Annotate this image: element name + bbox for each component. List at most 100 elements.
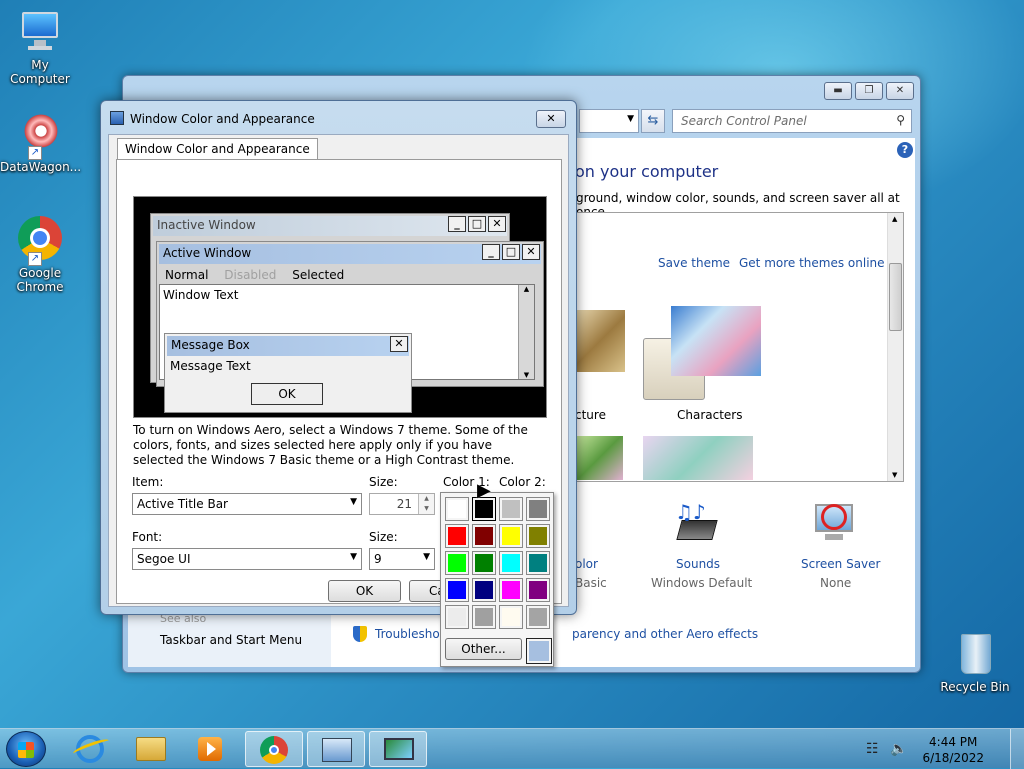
control-panel-icon [322, 738, 352, 762]
datawagon-icon: ↗ [16, 110, 64, 160]
taskbar-media-player[interactable] [182, 731, 240, 767]
minimize-button[interactable]: ▬ [824, 82, 852, 100]
taskbar: ☷ 🔈 4:44 PM 6/18/2022 [0, 728, 1024, 769]
theme-thumbnail-nature[interactable] [575, 310, 625, 372]
font-size-label: Size: [369, 530, 398, 544]
computer-icon [16, 8, 64, 56]
clock[interactable]: 4:44 PM 6/18/2022 [922, 734, 984, 766]
current-color-swatch [526, 638, 552, 664]
size-label: Size: [369, 475, 398, 489]
preview-msgbox-ok: OK [251, 383, 323, 405]
desktop-icon-label: DataWagon... [0, 160, 82, 174]
desktop-icon-recycle-bin[interactable]: Recycle Bin [935, 630, 1015, 694]
refresh-button[interactable]: ⇆ [641, 109, 665, 133]
theme-label-nature: cture [575, 408, 606, 422]
desktop-icon-datawagon[interactable]: ↗ DataWagon... [0, 110, 82, 174]
chevron-down-icon: ▼ [627, 114, 634, 124]
dialog-title: Window Color and Appearance [130, 112, 315, 126]
palette-swatch[interactable] [445, 497, 469, 521]
network-icon[interactable]: ☷ [866, 741, 879, 757]
palette-swatch[interactable] [526, 551, 550, 575]
desktop-icon-label: Google Chrome [16, 266, 64, 294]
volume-icon[interactable]: 🔈 [890, 741, 907, 757]
desktop-icon-label: Recycle Bin [940, 680, 1010, 694]
save-theme-link[interactable]: Save theme [658, 256, 730, 270]
preview-menu-selected: Selected [292, 268, 345, 282]
palette-swatch[interactable] [499, 578, 523, 602]
sounds-icon[interactable]: ♫♪ [671, 498, 721, 548]
display-icon [384, 738, 414, 760]
address-bar[interactable]: ▼ [579, 109, 639, 133]
screen-saver-link[interactable]: Screen Saver [801, 557, 880, 571]
other-color-button[interactable]: Other... [445, 638, 522, 660]
screen-saver-icon[interactable] [811, 502, 857, 548]
font-select[interactable]: Segoe UI ▼ [132, 548, 362, 570]
palette-swatch[interactable] [445, 524, 469, 548]
get-more-themes-link[interactable]: Get more themes online [739, 256, 885, 270]
palette-swatch[interactable] [472, 551, 496, 575]
window-color-link[interactable]: olor [575, 557, 598, 571]
taskbar-display-settings[interactable] [369, 731, 427, 767]
show-desktop-button[interactable] [1010, 729, 1024, 769]
taskbar-explorer[interactable] [122, 731, 180, 767]
close-button[interactable]: ✕ [886, 82, 914, 100]
size-spinner[interactable]: 21 ▲ ▼ [369, 493, 435, 515]
palette-swatch[interactable] [445, 578, 469, 602]
item-select[interactable]: Active Title Bar ▼ [132, 493, 362, 515]
window-color-sub: Basic [575, 576, 607, 590]
palette-swatch[interactable] [499, 605, 523, 629]
preview-window-text: Window Text [163, 288, 239, 302]
mouse-cursor: ▶ [477, 480, 491, 501]
preview-menu-normal: Normal [165, 268, 209, 282]
palette-swatch[interactable] [526, 605, 550, 629]
appearance-preview[interactable]: Inactive Window _ □ ✕ Active Window _ □ ✕ No… [133, 196, 547, 418]
troubleshoot-link[interactable]: Troublesho [375, 627, 440, 641]
palette-swatch[interactable] [445, 605, 469, 629]
recycle-bin-icon [951, 630, 999, 678]
desktop-icon-google-chrome[interactable]: ↗ Google Chrome [0, 216, 80, 294]
window-controls: ▬ ❐ ✕ [824, 82, 914, 100]
sounds-sub: Windows Default [651, 576, 753, 590]
font-size-select[interactable]: 9 ▼ [369, 548, 435, 570]
theme-label-characters: Characters [677, 408, 743, 422]
font-label: Font: [132, 530, 163, 544]
scrollbar-thumb[interactable] [889, 263, 902, 331]
preview-msgbox-title: Message Box [167, 336, 409, 356]
tab-window-color-appearance[interactable]: Window Color and Appearance [117, 138, 318, 160]
taskbar-ie[interactable] [62, 731, 120, 767]
preview-message-box: Message Box ✕ Message Text OK [164, 333, 412, 413]
item-select-value: Active Title Bar [137, 497, 228, 511]
clock-time: 4:44 PM [929, 735, 978, 749]
dialog-close-button[interactable]: ✕ [536, 110, 566, 128]
palette-swatch[interactable] [472, 524, 496, 548]
palette-swatch[interactable] [499, 497, 523, 521]
palette-swatch[interactable] [526, 578, 550, 602]
transparency-aero-link[interactable]: parency and other Aero effects [572, 627, 758, 641]
palette-swatch[interactable] [526, 497, 550, 521]
sounds-link[interactable]: Sounds [676, 557, 720, 571]
palette-swatch[interactable] [499, 524, 523, 548]
theme-thumbnail-row2-b[interactable] [643, 436, 753, 480]
palette-swatch[interactable] [472, 578, 496, 602]
taskbar-control-panel[interactable] [307, 731, 365, 767]
taskbar-chrome[interactable] [245, 731, 303, 767]
ok-button[interactable]: OK [328, 580, 401, 602]
search-placeholder: Search Control Panel [681, 114, 807, 128]
search-input[interactable]: Search Control Panel ⚲ [672, 109, 912, 133]
theme-list-scrollbar[interactable]: ▲ ▼ [887, 213, 903, 481]
size-value: 21 [396, 497, 412, 511]
help-icon[interactable]: ? [897, 142, 913, 158]
spinner-arrows[interactable]: ▲ ▼ [418, 494, 434, 514]
preview-inactive-buttons: _ □ ✕ [448, 216, 506, 232]
theme-thumbnail-row2-a[interactable] [575, 436, 623, 480]
preview-msgbox-text: Message Text [170, 359, 251, 373]
maximize-button[interactable]: ❐ [855, 82, 883, 100]
start-button[interactable] [6, 731, 46, 767]
palette-swatch[interactable] [445, 551, 469, 575]
desktop-icon-my-computer[interactable]: My Computer [0, 8, 80, 86]
palette-swatch[interactable] [499, 551, 523, 575]
palette-swatch[interactable] [472, 605, 496, 629]
palette-swatch[interactable] [526, 524, 550, 548]
color-palette-popup[interactable]: Other... [440, 492, 554, 667]
taskbar-start-menu-link[interactable]: Taskbar and Start Menu [160, 633, 302, 647]
